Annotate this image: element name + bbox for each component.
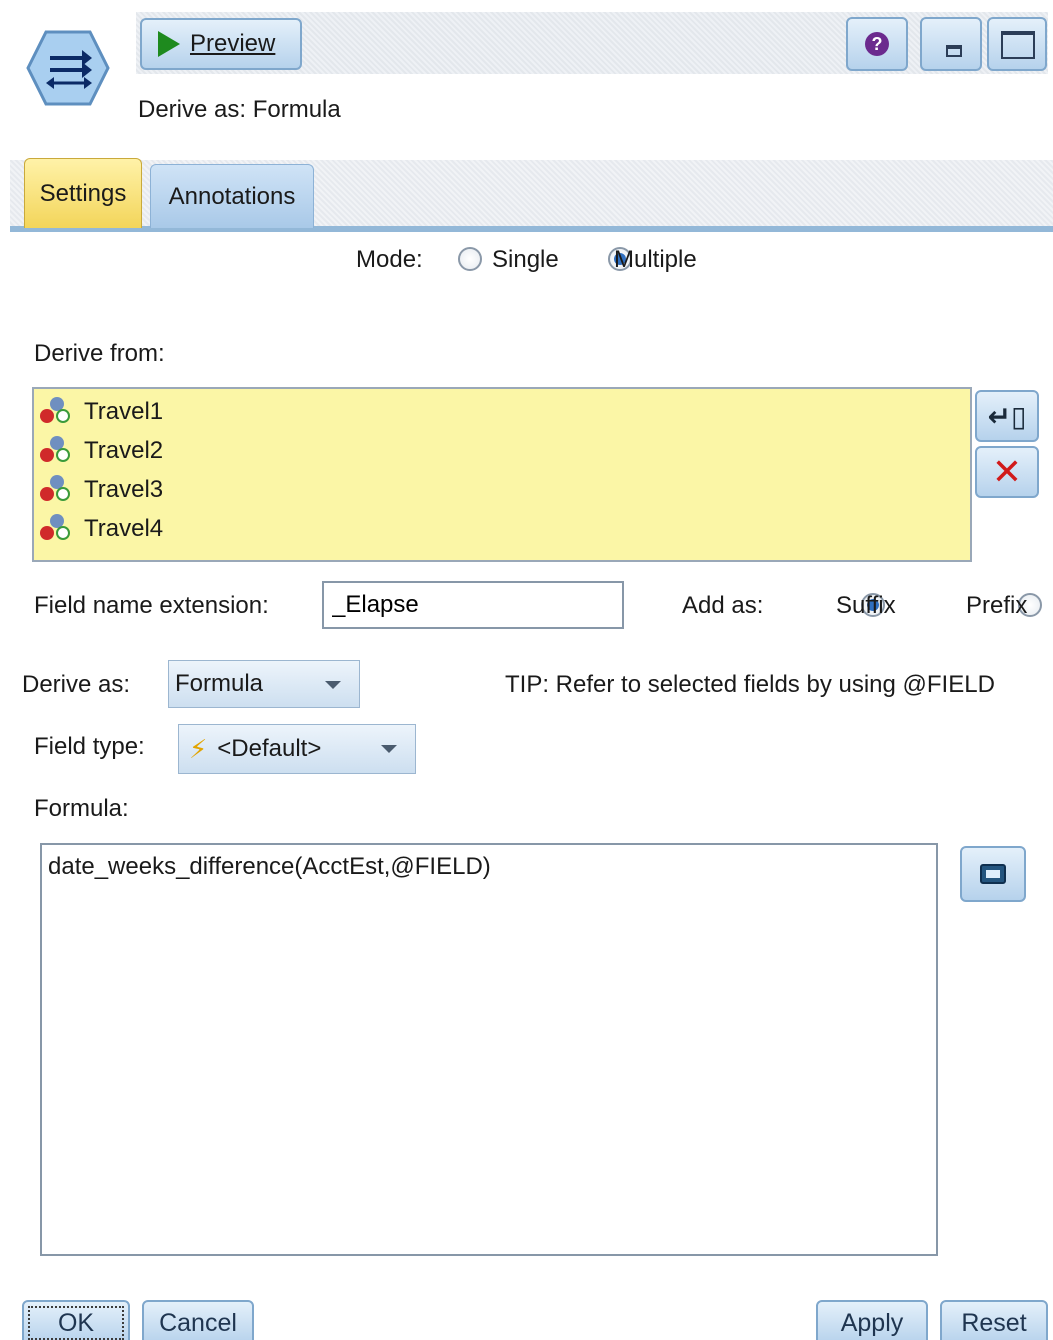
derive-as-value: Formula [175,670,264,697]
chevron-down-icon [381,745,397,753]
play-icon [158,31,180,57]
reset-button[interactable]: Reset [940,1300,1048,1340]
derive-as-label: Derive as: [22,671,131,698]
field-type-dropdown[interactable]: ⚡ <Default> [178,724,416,774]
preview-label: Preview [190,30,276,57]
field-name: Travel3 [84,476,164,503]
suffix-label[interactable]: Suffix [836,592,896,620]
ok-button[interactable]: OK [22,1300,130,1340]
expression-builder-button[interactable] [960,846,1026,902]
help-button[interactable]: ? [846,17,908,71]
list-item[interactable]: Travel2 [40,436,163,466]
calculator-icon [980,864,1006,884]
field-extension-input[interactable] [322,581,624,629]
field-set-icon [40,475,74,505]
node-summary: Derive as: Formula [138,96,341,123]
formula-text: date_weeks_difference(AcctEst,@FIELD) [48,853,491,880]
field-type-label: Field type: [34,733,145,760]
minimize-icon [946,45,962,57]
list-item[interactable]: Travel3 [40,475,163,505]
chevron-down-icon [325,681,341,689]
mode-label: Mode: [356,246,423,273]
field-picker-icon: ↵▯ [987,400,1027,432]
remove-field-button[interactable]: ✕ [975,446,1039,498]
field-set-icon [40,397,74,427]
maximize-button[interactable] [987,17,1047,71]
tab-annotations[interactable]: Annotations [150,164,314,228]
field-set-icon [40,436,74,466]
help-icon: ? [865,32,889,56]
cancel-button[interactable]: Cancel [142,1300,254,1340]
delete-icon: ✕ [991,451,1023,492]
maximize-icon [1001,31,1035,59]
formula-editor[interactable]: date_weeks_difference(AcctEst,@FIELD) [40,843,938,1256]
field-set-icon [40,514,74,544]
derive-from-list[interactable]: Travel1 Travel2 Travel3 Travel4 [32,387,972,562]
field-name: Travel4 [84,515,164,542]
field-extension-label: Field name extension: [34,592,269,619]
mode-multiple-label[interactable]: Multiple [614,246,697,274]
field-name: Travel1 [84,398,164,425]
derive-from-label: Derive from: [34,340,165,367]
mode-single-radio[interactable] [458,247,482,271]
prefix-label[interactable]: Prefix [966,592,1027,620]
derive-node-icon [26,30,110,106]
derive-as-dropdown[interactable]: Formula [168,660,360,708]
field-type-value: <Default> [217,735,322,762]
tab-settings[interactable]: Settings [24,158,142,228]
preview-button[interactable]: Preview [140,18,302,70]
default-type-icon: ⚡ [189,733,208,764]
apply-button[interactable]: Apply [816,1300,928,1340]
minimize-button[interactable] [920,17,982,71]
list-item[interactable]: Travel4 [40,514,163,544]
mode-single-label[interactable]: Single [492,246,559,274]
list-item[interactable]: Travel1 [40,397,163,427]
formula-label: Formula: [34,795,129,822]
field-picker-button[interactable]: ↵▯ [975,390,1039,442]
tip-text: TIP: Refer to selected fields by using @… [505,671,995,698]
add-as-label: Add as: [682,592,764,619]
field-name: Travel2 [84,437,164,464]
